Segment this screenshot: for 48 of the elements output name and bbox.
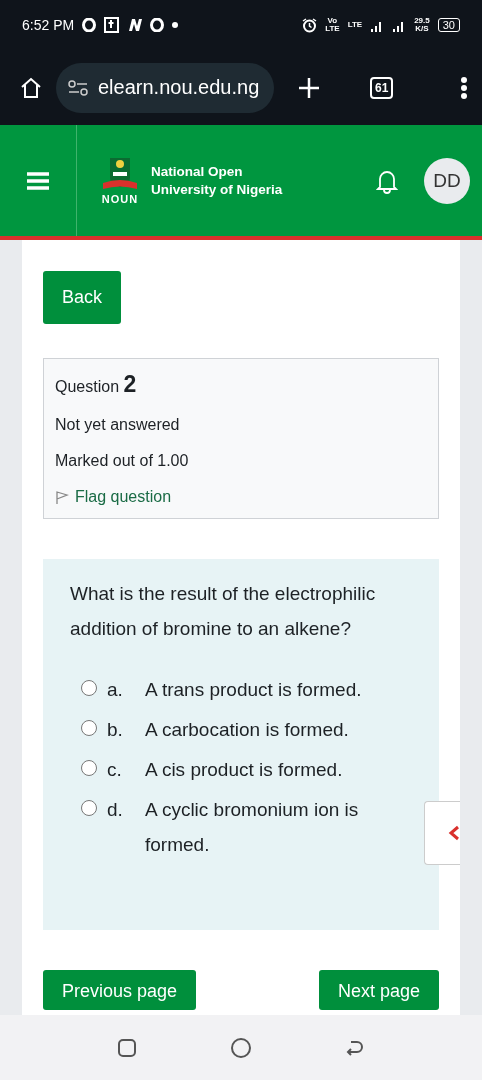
n-logo-icon [128, 18, 143, 32]
book-icon [104, 17, 121, 33]
site-settings-icon[interactable] [68, 79, 88, 96]
opera-icon [82, 18, 97, 32]
clock-time: 6:52 PM [22, 17, 75, 33]
radio-button[interactable] [81, 720, 97, 736]
previous-page-button[interactable]: Previous page [43, 970, 197, 1010]
answer-status: Not yet answered [55, 416, 181, 434]
option-letter: b. [107, 718, 124, 742]
alarm-icon [302, 17, 318, 33]
address-bar[interactable]: elearn.nou.edu.ng [56, 62, 274, 113]
data-speed: K/S [414, 25, 430, 33]
plus-icon[interactable] [298, 76, 320, 99]
option-letter: c. [107, 758, 123, 782]
option-text: A carbocation is formed. [145, 718, 349, 742]
site-title: University of Nigeria [151, 180, 283, 199]
radio-button[interactable] [81, 760, 97, 776]
site-title: National Open [151, 162, 244, 181]
marks-text: Marked out of 1.00 [55, 452, 190, 470]
option-text: A cis product is formed. [145, 758, 343, 782]
flag-icon[interactable] [55, 489, 69, 505]
more-icon[interactable] [460, 75, 468, 100]
recent-apps-icon[interactable] [116, 1037, 137, 1058]
chevron-left-icon[interactable] [447, 825, 460, 841]
home-icon[interactable] [20, 76, 42, 99]
back-button[interactable]: Back [43, 271, 122, 324]
next-page-button[interactable]: Next page [318, 970, 439, 1010]
data-speed: 29.5 [414, 17, 430, 25]
tab-count[interactable]: 61 [370, 76, 394, 99]
avatar[interactable]: DD [424, 157, 470, 204]
option-letter: d. [107, 798, 124, 822]
network-label: LTE [325, 25, 340, 33]
home-button-icon[interactable] [230, 1036, 252, 1059]
question-text: What is the result of the electrophilic addition of bromine to an alkene? [70, 582, 377, 641]
option-letter: a. [107, 678, 124, 702]
opera-icon [150, 18, 165, 32]
radio-button[interactable] [81, 800, 97, 816]
flag-question-link[interactable]: Flag question [75, 488, 172, 506]
question-number: Question 2 [55, 371, 138, 398]
option-text: A cyclic bromonium ion is formed. [145, 798, 360, 857]
network-label: Vo [326, 17, 339, 25]
battery-icon: 30 [437, 18, 460, 32]
radio-button[interactable] [81, 680, 97, 696]
dot-icon [172, 22, 179, 28]
network-label: LTE [347, 21, 363, 29]
menu-icon[interactable] [27, 170, 49, 191]
logo-text: NOUN [101, 192, 139, 205]
option-text: A trans product is formed. [145, 678, 362, 702]
